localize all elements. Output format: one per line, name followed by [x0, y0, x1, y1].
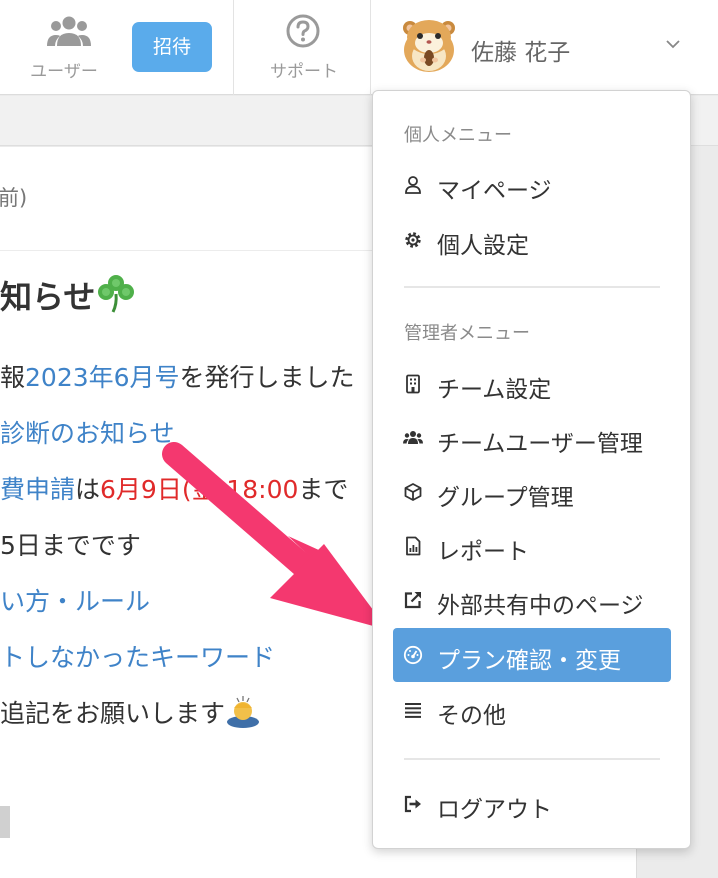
menu-item-label: 個人設定 — [437, 233, 529, 259]
support-nav-label: サポート — [270, 62, 338, 82]
help-circle-icon — [286, 14, 320, 48]
building-icon — [406, 374, 420, 394]
panel-header-text: 前) — [0, 186, 28, 210]
users-nav-label: ユーザー — [30, 62, 98, 82]
clover-emoji-icon — [98, 275, 135, 313]
notice-link[interactable]: 2023年6月号 — [25, 363, 180, 392]
menu-divider — [404, 286, 660, 288]
menu-item-group-management[interactable]: グループ管理 — [393, 465, 671, 519]
menu-item-label: チーム設定 — [437, 377, 552, 403]
envelope-icon — [0, 806, 10, 838]
user-dropdown-menu: 個人メニュー マイページ 個人設定 管理者メニュー チーム設定 チームユーザー管… — [372, 90, 691, 849]
users-nav-button[interactable]: ユーザー — [0, 0, 130, 95]
menu-item-externally-shared-pages[interactable]: 外部共有中のページ — [393, 573, 671, 627]
annotation-arrow — [162, 442, 388, 630]
notice-text: 追記をお願いします — [0, 699, 226, 728]
menu-item-plan-confirm-change[interactable]: プラン確認・変更 — [393, 628, 671, 682]
support-nav-button[interactable]: サポート — [234, 0, 370, 95]
menu-item-label: マイページ — [437, 178, 552, 204]
list-icon — [405, 703, 421, 718]
admin-menu-header: 管理者メニュー — [404, 323, 530, 344]
menu-item-label: レポート — [437, 539, 529, 565]
menu-item-label: プラン確認・変更 — [437, 648, 621, 674]
notice-text: 報 — [0, 363, 26, 392]
users-icon — [47, 16, 91, 46]
top-navigation-bar: ユーザー 招待 サポート 佐藤 花子 — [0, 0, 718, 95]
menu-item-label: チームユーザー管理 — [437, 431, 643, 457]
notice-line: 追記をお願いします — [0, 694, 261, 730]
notice-text: を発行しました — [179, 363, 355, 392]
menu-item-team-settings[interactable]: チーム設定 — [393, 357, 671, 411]
menu-item-other[interactable]: その他 — [393, 683, 671, 737]
notice-link[interactable]: 診断のお知らせ — [0, 419, 175, 448]
notice-line: 報2023年6月号を発行しました — [0, 358, 355, 394]
notice-line: 5日までです — [0, 526, 141, 562]
menu-item-personal-settings[interactable]: 個人設定 — [393, 213, 671, 267]
users-icon — [403, 431, 423, 444]
menu-item-team-user-management[interactable]: チームユーザー管理 — [393, 411, 671, 465]
user-menu-toggle[interactable]: 佐藤 花子 — [371, 0, 718, 95]
notice-link[interactable]: 費申請 — [0, 475, 75, 504]
notice-link[interactable]: い方・ルール — [0, 587, 150, 616]
notice-text: 5日までです — [0, 531, 141, 560]
menu-item-label: 外部共有中のページ — [437, 593, 644, 619]
report-icon — [406, 536, 421, 556]
notice-line: 診断のお知らせ — [0, 414, 175, 450]
menu-item-mypage[interactable]: マイページ — [393, 158, 671, 212]
user-name: 佐藤 花子 — [471, 40, 571, 66]
personal-menu-header: 個人メニュー — [404, 125, 512, 146]
notice-title: 知らせ — [0, 272, 137, 318]
gear-icon — [405, 232, 421, 248]
menu-item-label: その他 — [437, 703, 506, 729]
menu-item-logout[interactable]: ログアウト — [393, 777, 671, 831]
notice-text: は — [75, 475, 101, 504]
hamster-avatar — [403, 20, 455, 72]
menu-divider — [404, 758, 660, 760]
chevron-down-icon — [666, 40, 680, 49]
menu-item-label: ログアウト — [437, 797, 552, 823]
user-icon — [405, 176, 421, 194]
notice-title-text: 知らせ — [0, 278, 96, 316]
notice-line: い方・ルール — [0, 582, 150, 618]
invite-button[interactable]: 招待 — [132, 22, 212, 72]
sign-out-icon — [404, 795, 421, 813]
cube-icon — [404, 483, 422, 501]
menu-item-report[interactable]: レポート — [393, 519, 671, 573]
bowing-person-emoji-icon — [227, 696, 260, 728]
gauge-icon — [403, 645, 423, 665]
external-link-icon — [404, 592, 421, 609]
menu-item-label: グループ管理 — [437, 485, 574, 511]
